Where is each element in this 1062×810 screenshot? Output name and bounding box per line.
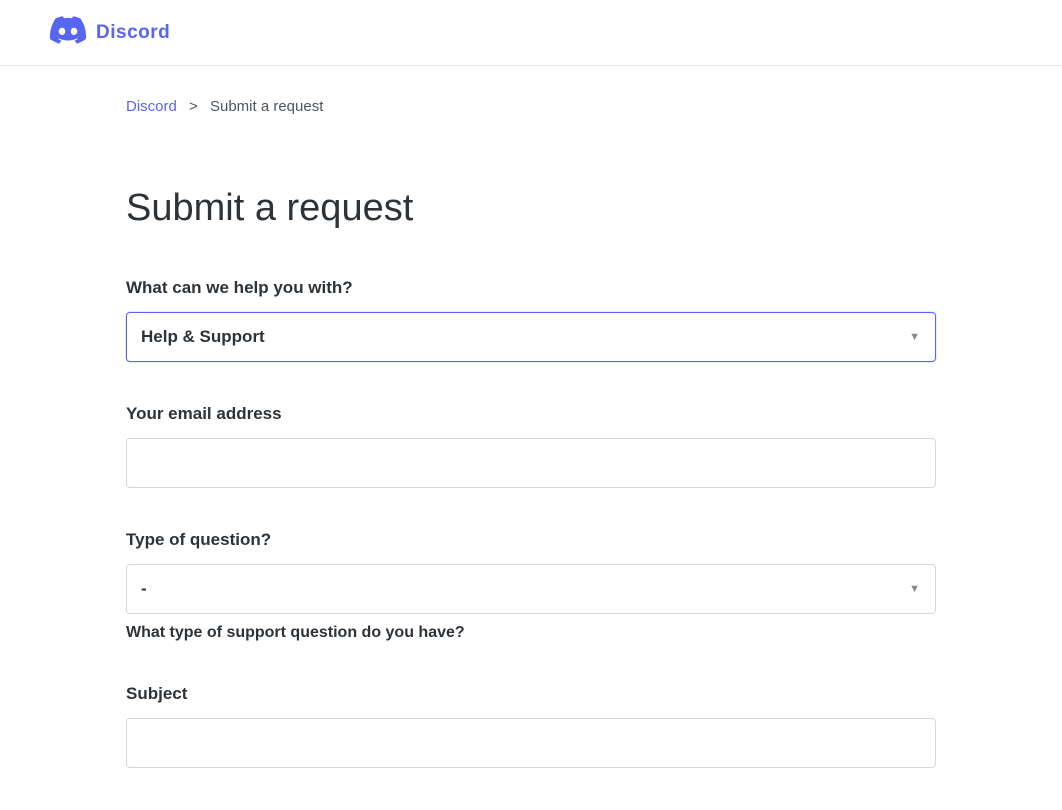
site-header: Discord <box>0 0 1062 66</box>
discord-logo-icon <box>50 16 86 49</box>
breadcrumb-home-link[interactable]: Discord <box>126 98 177 115</box>
main-content: Discord > Submit a request Submit a requ… <box>101 66 961 768</box>
question-type-help-text: What type of support question do you hav… <box>126 624 936 642</box>
breadcrumb: Discord > Submit a request <box>126 66 936 115</box>
question-type-label: Type of question? <box>126 530 936 550</box>
subject-label: Subject <box>126 684 936 704</box>
page-title: Submit a request <box>126 187 936 230</box>
form-group-email: Your email address <box>126 404 936 488</box>
topic-label: What can we help you with? <box>126 278 936 298</box>
question-type-select[interactable]: - <box>126 564 936 614</box>
topic-select-wrap: Help & Support ▼ <box>126 312 936 362</box>
breadcrumb-separator: > <box>189 98 198 115</box>
breadcrumb-current: Submit a request <box>210 98 323 115</box>
form-group-question-type: Type of question? - ▼ What type of suppo… <box>126 530 936 642</box>
question-type-selected-value: - <box>141 579 147 599</box>
email-label: Your email address <box>126 404 936 424</box>
brand-logo[interactable]: Discord <box>50 16 170 49</box>
email-input[interactable] <box>126 438 936 488</box>
form-group-topic: What can we help you with? Help & Suppor… <box>126 278 936 362</box>
brand-name: Discord <box>96 22 170 44</box>
topic-selected-value: Help & Support <box>141 327 265 347</box>
question-type-select-wrap: - ▼ <box>126 564 936 614</box>
topic-select[interactable]: Help & Support <box>126 312 936 362</box>
form-group-subject: Subject <box>126 684 936 768</box>
subject-input[interactable] <box>126 718 936 768</box>
